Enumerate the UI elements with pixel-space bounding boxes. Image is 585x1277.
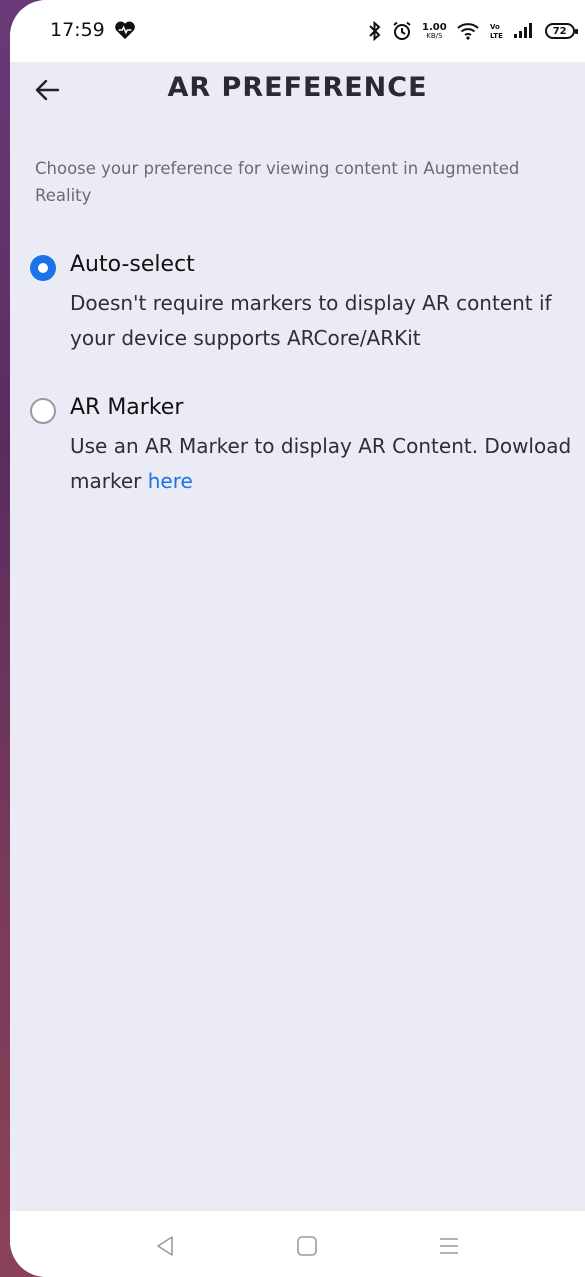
page-description: Choose your preference for viewing conte… [35,159,520,205]
navigation-bar [10,1211,585,1277]
option-description: Doesn't require markers to display AR co… [70,291,552,350]
status-icons: 1.00 KB/S Vo LTE 72 [368,18,578,44]
signal-icon [513,23,532,38]
battery-icon: 72 [544,23,578,39]
page-title: AR PREFERENCE [167,72,428,103]
svg-text:Vo: Vo [490,23,500,31]
status-time: 17:59 [50,19,105,41]
wifi-icon [457,23,479,40]
option-title: Auto-select [70,252,195,277]
radio-ar-marker[interactable] [30,398,56,424]
network-speed-value: 1.00 [422,21,447,33]
option-description: Use an AR Marker to display AR Content. … [70,429,580,499]
network-speed-unit: KB/S [426,31,443,40]
option-auto-select[interactable]: Auto-select Doesn't require markers to d… [30,252,580,352]
option-ar-marker[interactable]: AR Marker Use an AR Marker to display AR… [30,395,580,495]
alarm-icon [393,21,411,40]
menu-lines-icon[interactable] [437,1234,461,1258]
download-marker-link[interactable]: here [148,469,193,493]
option-title: AR Marker [70,395,184,420]
header: AR PREFERENCE [10,62,585,124]
back-triangle-icon[interactable] [153,1234,177,1258]
home-square-icon[interactable] [295,1234,319,1258]
svg-text:LTE: LTE [490,32,503,40]
volte-icon: Vo LTE [490,23,503,40]
radio-auto-select[interactable] [30,255,56,281]
option-description-text: Use an AR Marker to display AR Content. … [70,434,572,493]
heart-health-icon [115,21,135,40]
phone-screen: 17:59 1.00 KB/S Vo LTE 72 AR PREFERENCE … [10,0,585,1277]
status-bar: 17:59 1.00 KB/S Vo LTE 72 [10,0,585,62]
bluetooth-icon [369,21,381,41]
network-speed: 1.00 KB/S [422,21,447,40]
